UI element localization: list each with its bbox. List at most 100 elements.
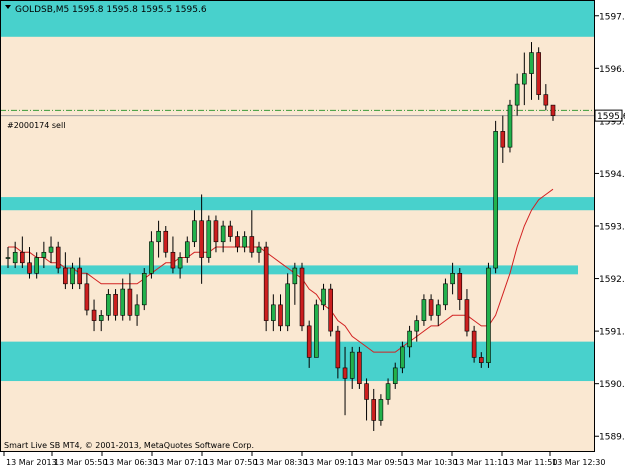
bull-candle-body <box>450 273 455 285</box>
x-tick-label: 13 Mar 11:10 <box>454 458 507 467</box>
bull-candle-body <box>141 273 147 306</box>
x-tick-label: 13 Mar 07:50 <box>204 458 257 467</box>
bear-candle-body <box>20 251 25 264</box>
y-tick-label: 1594.5 <box>599 170 625 180</box>
bull-candle-body <box>321 288 326 306</box>
bull-candle-body <box>120 288 126 316</box>
candle[interactable] <box>536 47 541 100</box>
bull-candle-body <box>292 267 298 285</box>
bull-candle-body <box>314 304 319 358</box>
bull-candle-body <box>285 283 290 327</box>
candle[interactable] <box>507 99 513 153</box>
bear-candle-body <box>235 236 240 248</box>
x-tick-label: 13 Mar 07:10 <box>154 458 207 467</box>
bear-candle-body <box>500 131 506 148</box>
bear-candle-body <box>464 299 470 332</box>
bear-candle-body <box>113 294 118 316</box>
candle[interactable] <box>493 120 498 274</box>
bear-candle-body <box>471 330 477 358</box>
bull-candle-body <box>149 241 154 274</box>
bull-candle-body <box>206 220 212 258</box>
bull-candle-body <box>106 294 111 316</box>
candle[interactable] <box>141 268 147 311</box>
time-axis[interactable]: 13 Mar 201313 Mar 05:5013 Mar 06:3013 Ma… <box>3 452 605 467</box>
bear-candle-body <box>228 225 233 237</box>
bear-candle-body <box>357 351 362 384</box>
x-tick-label: 13 Mar 09:50 <box>354 458 407 467</box>
candle[interactable] <box>263 241 269 332</box>
y-tick-label: 1597.5 <box>599 12 625 22</box>
bull-candle-body <box>443 283 448 306</box>
candlestick-chart[interactable]: 1597.51596.51595.51594.51593.51592.51591… <box>0 0 625 469</box>
bull-candle-body <box>378 399 384 421</box>
price-axis[interactable]: 1597.51596.51595.51594.51593.51592.51591… <box>595 12 625 443</box>
bear-candle-body <box>299 267 305 327</box>
candle[interactable] <box>471 325 477 363</box>
bull-candle-body <box>5 257 11 259</box>
bull-candle-body <box>522 73 527 85</box>
bull-candle-body <box>507 104 513 148</box>
bear-candle-body <box>163 230 169 253</box>
bull-candle-body <box>242 236 247 248</box>
x-tick-label: 13 Mar 12:30 <box>552 458 605 467</box>
bull-candle-body <box>156 230 161 243</box>
bear-candle-body <box>77 267 83 285</box>
bull-candle-body <box>414 320 420 332</box>
x-tick-label: 13 Mar 09:10 <box>304 458 357 467</box>
bull-candle-body <box>407 330 412 348</box>
bull-candle-body <box>349 351 355 379</box>
y-tick-label: 1590.5 <box>599 380 625 390</box>
ohlc-values: 1595.8 1595.8 1595.5 1595.6 <box>72 5 207 15</box>
bull-candle-body <box>220 225 226 243</box>
copyright-text: Smart Live SB MT4, © 2001-2013, MetaQuot… <box>4 441 254 450</box>
bear-candle-body <box>91 309 97 321</box>
x-tick-label: 13 Mar 06:30 <box>104 458 157 467</box>
y-tick-label: 1589.5 <box>599 433 625 443</box>
candle[interactable] <box>314 299 319 358</box>
bear-candle-body <box>371 399 377 421</box>
bull-candle-body <box>435 304 441 316</box>
bull-candle-body <box>392 367 398 384</box>
bull-candle-body <box>98 315 104 321</box>
y-tick-label: 1593.5 <box>599 223 625 233</box>
order-line-label[interactable]: #2000174 sell <box>7 121 65 130</box>
bear-candle-body <box>428 299 434 316</box>
x-tick-label: 13 Mar 2013 <box>6 458 57 467</box>
bear-candle-body <box>249 236 255 253</box>
candle[interactable] <box>357 346 362 389</box>
bear-candle-body <box>306 325 312 358</box>
bull-candle-body <box>134 304 140 316</box>
bull-candle-body <box>41 251 47 258</box>
x-tick-label: 13 Mar 05:50 <box>54 458 107 467</box>
bear-candle-body <box>127 288 133 316</box>
bull-candle-body <box>400 346 405 369</box>
bull-candle-body <box>48 246 54 253</box>
x-tick-label: 13 Mar 10:30 <box>404 458 457 467</box>
bear-candle-body <box>263 246 269 321</box>
bear-candle-body <box>213 220 219 243</box>
candle[interactable] <box>486 262 491 368</box>
bull-candle-body <box>385 383 391 400</box>
bull-candle-body <box>421 299 427 321</box>
bear-candle-body <box>457 273 463 300</box>
bull-candle-body <box>514 83 520 106</box>
zone-band <box>0 197 595 211</box>
candle[interactable] <box>299 262 305 332</box>
candle[interactable] <box>206 215 212 263</box>
bull-candle-body <box>184 241 190 258</box>
bull-candle-body <box>529 52 534 74</box>
bear-candle-body <box>170 251 176 269</box>
bull-candle-body <box>493 131 498 269</box>
bull-candle-body <box>486 267 491 363</box>
bull-candle-body <box>70 267 75 285</box>
y-tick-label: 1596.5 <box>599 65 625 75</box>
chart-header: GOLDSB,M5 1595.8 1595.8 1595.5 1595.6 <box>5 5 207 15</box>
candle[interactable] <box>328 283 333 337</box>
chart-window: 1597.51596.51595.51594.51593.51592.51591… <box>0 0 625 469</box>
current-price-label: 1595.6 <box>597 112 625 122</box>
current-price-marker: 1595.6 <box>594 109 625 122</box>
bull-candle-body <box>177 257 183 269</box>
bear-candle-body <box>84 283 90 311</box>
x-tick-label: 13 Mar 08:30 <box>254 458 307 467</box>
bull-candle-body <box>271 304 276 321</box>
